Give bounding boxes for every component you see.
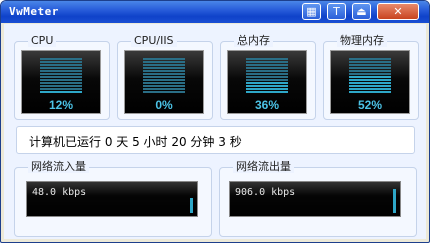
meter-segment	[40, 70, 82, 72]
meter-segment	[349, 82, 391, 84]
total-memory-panel: 36%	[220, 41, 316, 120]
physical-memory-percent: 52%	[357, 98, 383, 112]
eject-icon: ⏏	[356, 5, 367, 18]
meter-segment	[349, 79, 391, 81]
topmost-button[interactable]: T	[327, 3, 346, 20]
client-area: 12% CPU 0% CPU/IIS 36% 总内存 52% 物理内存 计算机已…	[4, 24, 426, 239]
pin-icon: T	[333, 5, 340, 18]
window-title: VwMeter	[9, 5, 59, 18]
meter-segment	[246, 91, 288, 93]
meter-segment	[40, 85, 82, 87]
meter-segment	[246, 58, 288, 60]
theme-button[interactable]: ▦	[302, 3, 321, 20]
meter-segment	[143, 61, 185, 63]
total-memory-meter: 36%	[227, 50, 307, 114]
meter-segment	[143, 85, 185, 87]
network-out-label: 网络流出量	[233, 161, 294, 173]
meter-segment	[246, 61, 288, 63]
meter-segment	[246, 67, 288, 69]
meter-segment	[349, 85, 391, 87]
network-out-value: 906.0 kbps	[235, 187, 296, 198]
meter-segment	[40, 76, 82, 78]
meter-segment	[246, 76, 288, 78]
meter-segment	[349, 61, 391, 63]
cpu-bars	[40, 58, 82, 94]
cpu-iis-percent: 0%	[155, 98, 173, 112]
meter-segment	[143, 73, 185, 75]
meter-segment	[40, 61, 82, 63]
meter-segment	[40, 67, 82, 69]
cpu-meter: 12%	[21, 50, 101, 114]
physical-memory-bars	[349, 58, 391, 94]
meter-segment	[246, 70, 288, 72]
network-in-value: 48.0 kbps	[32, 187, 87, 198]
meter-segment	[143, 82, 185, 84]
meter-segment	[246, 79, 288, 81]
close-button[interactable]: ✕	[377, 3, 419, 20]
meter-segment	[143, 70, 185, 72]
meter-segment	[40, 82, 82, 84]
network-out-display: 906.0 kbps	[229, 181, 401, 217]
network-in-panel: 48.0 kbps	[14, 167, 212, 237]
meter-segment	[349, 70, 391, 72]
network-out-panel: 906.0 kbps	[219, 167, 417, 237]
meter-segment	[349, 67, 391, 69]
title-bar[interactable]: VwMeter ▦ T ⏏ ✕	[1, 1, 429, 23]
meter-segment	[143, 79, 185, 81]
cpu-iis-meter: 0%	[124, 50, 204, 114]
meter-segment	[349, 76, 391, 78]
meter-segment	[40, 73, 82, 75]
cpu-iis-bars	[143, 58, 185, 94]
app-window: VwMeter ▦ T ⏏ ✕ 12% CPU 0% CPU/IIS 36% 总…	[0, 0, 430, 243]
uptime-text: 计算机已运行 0 天 5 小时 20 分钟 3 秒	[29, 135, 242, 149]
physical-memory-label: 物理内存	[337, 35, 387, 47]
meter-segment	[40, 91, 82, 93]
physical-memory-meter: 52%	[330, 50, 410, 114]
cpu-iis-label: CPU/IIS	[131, 35, 177, 47]
network-in-display: 48.0 kbps	[26, 181, 198, 217]
meter-segment	[143, 76, 185, 78]
meter-segment	[143, 67, 185, 69]
meter-segment	[40, 58, 82, 60]
meter-segment	[246, 64, 288, 66]
cpu-label: CPU	[28, 35, 57, 47]
palette-icon: ▦	[306, 5, 317, 18]
meter-segment	[40, 79, 82, 81]
meter-segment	[349, 73, 391, 75]
physical-memory-panel: 52%	[323, 41, 419, 120]
meter-segment	[143, 64, 185, 66]
close-icon: ✕	[393, 5, 403, 18]
network-out-level-bar	[393, 189, 396, 213]
meter-segment	[349, 91, 391, 93]
cpu-percent: 12%	[48, 98, 74, 112]
cpu-panel: 12%	[14, 41, 110, 120]
meter-segment	[143, 58, 185, 60]
total-memory-label: 总内存	[234, 35, 273, 47]
meter-segment	[246, 82, 288, 84]
meter-segment	[246, 73, 288, 75]
network-in-label: 网络流入量	[28, 161, 89, 173]
meter-segment	[40, 88, 82, 90]
meter-segment	[40, 64, 82, 66]
uptime-box: 计算机已运行 0 天 5 小时 20 分钟 3 秒	[16, 126, 415, 154]
meter-segment	[246, 85, 288, 87]
meter-segment	[349, 64, 391, 66]
meter-segment	[143, 91, 185, 93]
cpu-iis-panel: 0%	[117, 41, 213, 120]
meter-segment	[349, 88, 391, 90]
network-in-level-bar	[190, 198, 193, 213]
meter-segment	[143, 88, 185, 90]
meter-segment	[349, 58, 391, 60]
meter-segment	[246, 88, 288, 90]
minimize-button[interactable]: ⏏	[352, 3, 371, 20]
total-memory-percent: 36%	[254, 98, 280, 112]
total-memory-bars	[246, 58, 288, 94]
